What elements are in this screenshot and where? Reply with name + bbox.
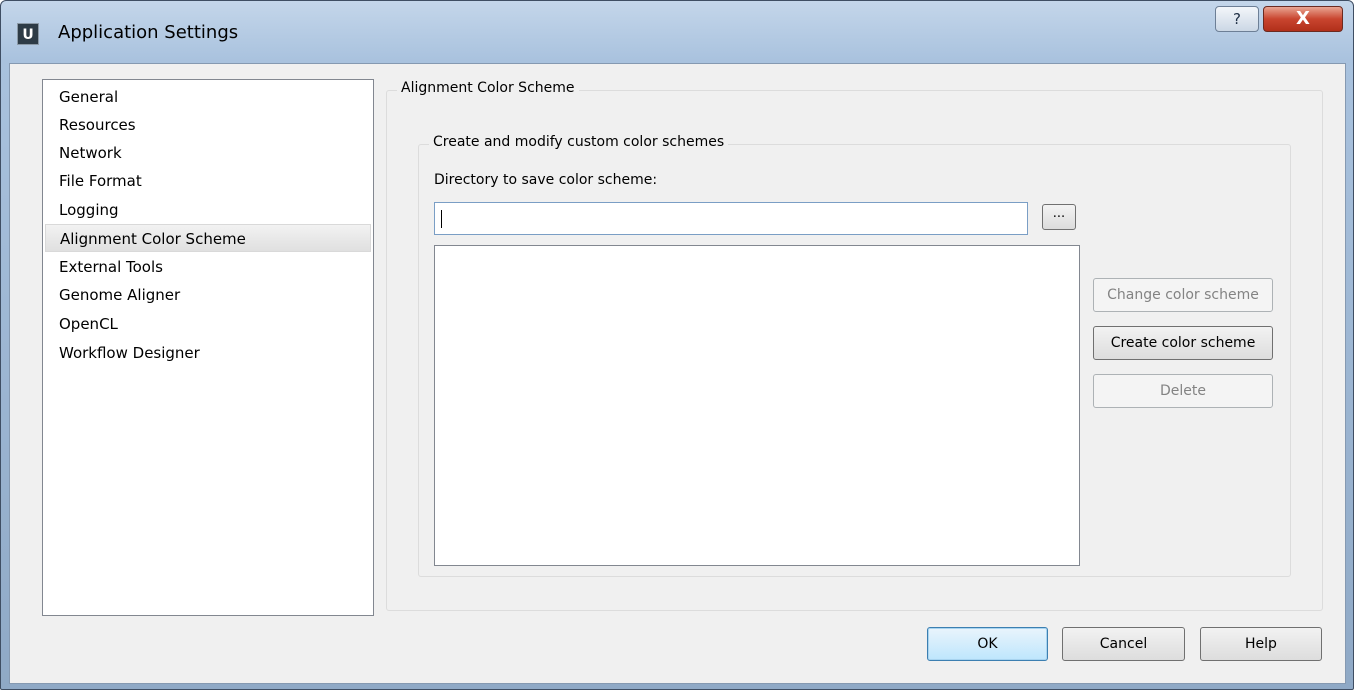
alignment-color-scheme-group: Alignment Color Scheme Create and modify… [386, 80, 1323, 611]
help-button[interactable]: Help [1200, 627, 1322, 661]
nav-item-resources[interactable]: Resources [45, 111, 371, 139]
close-button[interactable]: X [1263, 6, 1343, 32]
create-color-scheme-button[interactable]: Create color scheme [1093, 326, 1273, 360]
nav-item-opencl[interactable]: OpenCL [45, 310, 371, 338]
title-bar[interactable]: U Application Settings ? X [1, 1, 1353, 63]
context-help-button[interactable]: ? [1215, 6, 1259, 32]
question-icon: ? [1233, 10, 1241, 28]
delete-button[interactable]: Delete [1093, 374, 1273, 408]
dialog-body: General Resources Network File Format Lo… [9, 63, 1346, 684]
settings-category-list[interactable]: General Resources Network File Format Lo… [42, 79, 374, 616]
custom-color-schemes-title: Create and modify custom color schemes [429, 134, 729, 150]
directory-label: Directory to save color scheme: [434, 172, 658, 188]
nav-item-alignment-color-scheme[interactable]: Alignment Color Scheme [45, 224, 371, 252]
close-icon: X [1296, 8, 1310, 29]
nav-item-external-tools[interactable]: External Tools [45, 253, 371, 281]
custom-color-schemes-group: Create and modify custom color schemes D… [418, 134, 1291, 577]
cancel-button[interactable]: Cancel [1062, 627, 1185, 661]
settings-dialog: U Application Settings ? X General Resou… [0, 0, 1354, 690]
browse-button[interactable]: ... [1042, 204, 1076, 230]
nav-item-general[interactable]: General [45, 83, 371, 111]
color-scheme-list[interactable] [434, 245, 1080, 566]
directory-input[interactable] [434, 202, 1028, 235]
change-color-scheme-button[interactable]: Change color scheme [1093, 278, 1273, 312]
ok-button[interactable]: OK [927, 627, 1048, 661]
nav-item-logging[interactable]: Logging [45, 196, 371, 224]
nav-item-genome-aligner[interactable]: Genome Aligner [45, 281, 371, 309]
app-icon: U [17, 23, 39, 45]
nav-item-file-format[interactable]: File Format [45, 167, 371, 195]
nav-item-network[interactable]: Network [45, 139, 371, 167]
alignment-color-scheme-title: Alignment Color Scheme [397, 80, 579, 96]
window-title: Application Settings [58, 22, 239, 43]
text-caret [441, 210, 442, 228]
nav-item-workflow-designer[interactable]: Workflow Designer [45, 339, 371, 367]
